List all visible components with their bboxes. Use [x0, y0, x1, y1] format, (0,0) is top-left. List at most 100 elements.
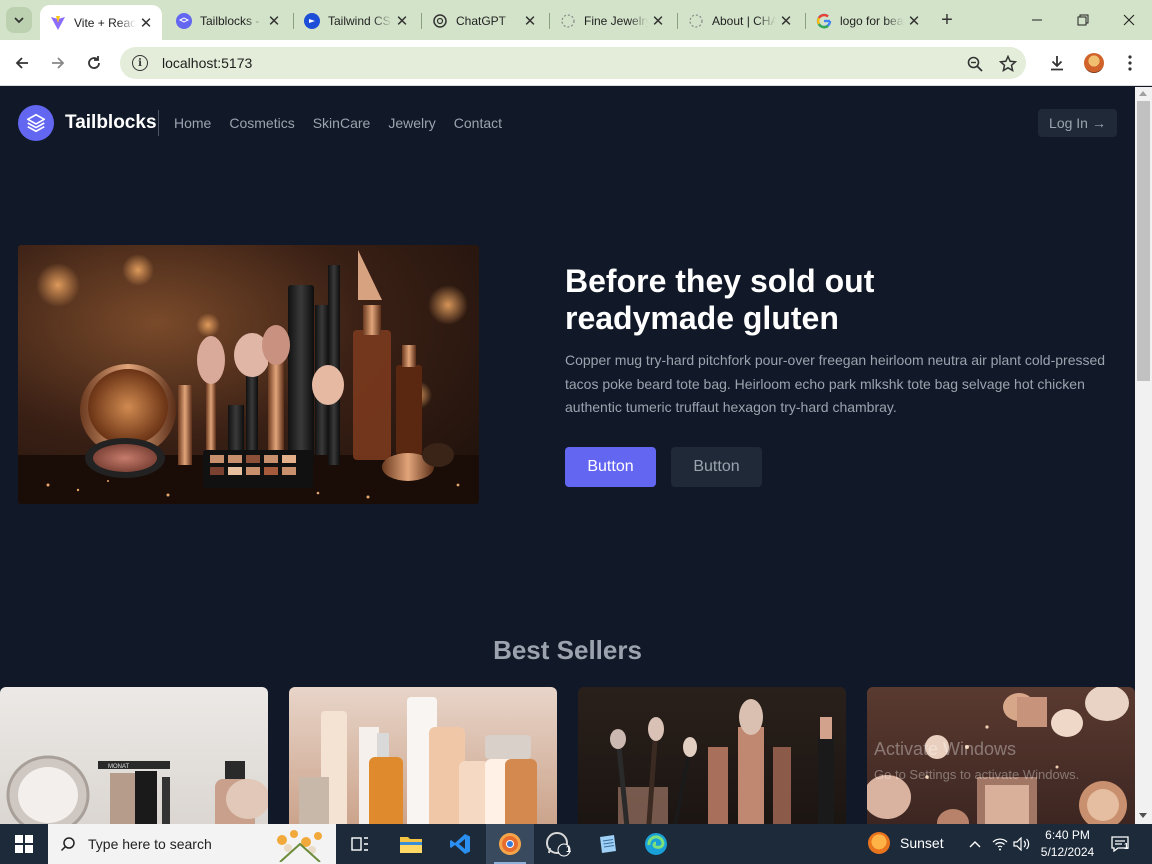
nav-item-contact[interactable]: Contact	[454, 115, 502, 131]
tailwind-icon	[304, 12, 320, 29]
hero-image	[18, 245, 479, 504]
minimize-button[interactable]	[1022, 8, 1052, 32]
main-nav: Home Cosmetics SkinCare Jewelry Contact	[174, 115, 502, 131]
hero-description: Copper mug try-hard pitchfork pour-over …	[565, 352, 1106, 415]
close-tab-icon[interactable]: ✕	[264, 11, 284, 31]
page-viewport: Tailblocks Home Cosmetics SkinCare Jewel…	[0, 87, 1135, 824]
more-menu-icon[interactable]	[1119, 52, 1141, 74]
tab-chatgpt[interactable]: ChatGPT ✕	[422, 5, 546, 36]
clock-time: 6:40 PM	[1045, 828, 1090, 842]
zoom-icon[interactable]	[964, 53, 986, 75]
tab-vite-react[interactable]: Vite + React ✕	[40, 5, 162, 40]
login-label: Log In	[1049, 115, 1088, 131]
login-button[interactable]: Log In →	[1038, 109, 1117, 137]
product-card-1[interactable]: MONAT	[0, 687, 268, 824]
page-scrollbar[interactable]	[1135, 87, 1152, 824]
tab-title: Tailwind CSS	[328, 13, 392, 28]
site-info-icon[interactable]: i	[132, 55, 148, 71]
weather-widget[interactable]: Sunset	[868, 832, 944, 854]
weather-label: Sunset	[900, 835, 944, 851]
nav-item-skincare[interactable]: SkinCare	[313, 115, 371, 131]
tab-tailblocks[interactable]: Tailblocks - Ready-made ✕	[166, 5, 290, 36]
bookmark-star-icon[interactable]	[997, 53, 1019, 75]
vite-icon	[50, 15, 66, 31]
close-tab-icon[interactable]: ✕	[520, 11, 540, 31]
task-view-button[interactable]	[336, 824, 384, 864]
site-header: Tailblocks Home Cosmetics SkinCare Jewel…	[0, 87, 1135, 159]
hero-secondary-button[interactable]: Button	[671, 447, 762, 487]
activate-windows-title: Activate Windows	[874, 739, 1017, 759]
tab-chanel[interactable]: About | CHANEL ✕	[678, 5, 802, 36]
forward-button[interactable]	[45, 50, 71, 76]
minimize-icon	[1032, 19, 1042, 21]
address-bar[interactable]: i localhost:5173	[120, 47, 1026, 79]
task-view-icon	[351, 837, 368, 851]
tab-search-button[interactable]	[6, 7, 32, 33]
close-icon	[1123, 14, 1135, 26]
notepad-button[interactable]	[583, 824, 631, 864]
download-icon[interactable]	[1046, 52, 1068, 74]
nav-item-cosmetics[interactable]: Cosmetics	[229, 115, 294, 131]
tab-title: Tailblocks - Ready-made	[200, 13, 264, 28]
notification-center-icon[interactable]: 1	[1110, 834, 1130, 854]
scrollbar-thumb[interactable]	[1137, 101, 1150, 381]
best-sellers-title: Best Sellers	[493, 635, 642, 665]
restore-icon	[1077, 14, 1089, 26]
whatsapp-badge: 1	[566, 844, 572, 854]
restore-button[interactable]	[1068, 8, 1098, 32]
loading-globe-icon	[560, 13, 576, 29]
wifi-icon[interactable]	[990, 834, 1010, 854]
taskbar-search[interactable]: Type here to search	[48, 824, 336, 864]
product-image	[610, 699, 834, 824]
vscode-icon	[450, 834, 470, 854]
volume-icon[interactable]	[1012, 834, 1032, 854]
stack-logo-icon[interactable]	[18, 105, 54, 141]
search-icon	[60, 837, 75, 852]
new-tab-button[interactable]: +	[936, 9, 958, 31]
product-card-2[interactable]	[289, 687, 557, 824]
product-image: MONAT	[6, 755, 268, 824]
arrow-right-icon	[52, 57, 65, 69]
profile-avatar[interactable]	[1084, 53, 1104, 73]
url-text[interactable]: localhost:5173	[162, 55, 252, 71]
close-tab-icon[interactable]: ✕	[648, 11, 668, 31]
chrome-button[interactable]	[486, 824, 534, 864]
close-window-button[interactable]	[1114, 8, 1144, 32]
close-tab-icon[interactable]: ✕	[392, 11, 412, 31]
tab-fine-jewelry[interactable]: Fine Jewelry ✕	[550, 5, 674, 36]
vscode-button[interactable]	[436, 824, 484, 864]
loading-globe-icon	[688, 13, 704, 29]
product-image	[299, 697, 537, 824]
brand-name[interactable]: Tailblocks	[65, 112, 157, 134]
close-tab-icon[interactable]: ✕	[776, 11, 796, 31]
back-button[interactable]	[9, 50, 35, 76]
nav-item-jewelry[interactable]: Jewelry	[388, 115, 435, 131]
close-tab-icon[interactable]: ✕	[136, 13, 156, 33]
file-explorer-button[interactable]	[387, 824, 435, 864]
product-card-3[interactable]	[578, 687, 846, 824]
browser-toolbar: i localhost:5173	[0, 40, 1152, 86]
tab-title: ChatGPT	[456, 13, 507, 28]
notepad-icon	[600, 835, 616, 853]
reload-button[interactable]	[81, 50, 107, 76]
chatgpt-icon	[432, 13, 448, 29]
scroll-down-icon[interactable]	[1139, 813, 1147, 818]
tab-title: Vite + React	[74, 15, 136, 30]
chevron-down-icon	[14, 17, 24, 24]
chevron-up-icon[interactable]	[965, 834, 985, 854]
scroll-up-icon[interactable]	[1139, 91, 1147, 96]
close-tab-icon[interactable]: ✕	[904, 11, 924, 31]
nav-item-home[interactable]: Home	[174, 115, 211, 131]
hero-primary-button[interactable]: Button	[565, 447, 656, 487]
whatsapp-button[interactable]: 1	[534, 824, 582, 864]
tab-tailwind[interactable]: Tailwind CSS ✕	[294, 5, 418, 36]
start-button[interactable]	[0, 824, 48, 864]
arrow-left-icon	[15, 57, 28, 69]
edge-button[interactable]	[632, 824, 680, 864]
nav-divider	[158, 110, 159, 136]
edge-icon	[645, 833, 667, 855]
windows-taskbar: Type here to search 1 Sunset 6:40 PM 5/1…	[0, 824, 1152, 864]
tab-google-search[interactable]: logo for beauty ✕	[806, 5, 930, 36]
system-clock[interactable]: 6:40 PM 5/12/2024	[1030, 827, 1105, 861]
clock-date: 5/12/2024	[1040, 845, 1095, 859]
